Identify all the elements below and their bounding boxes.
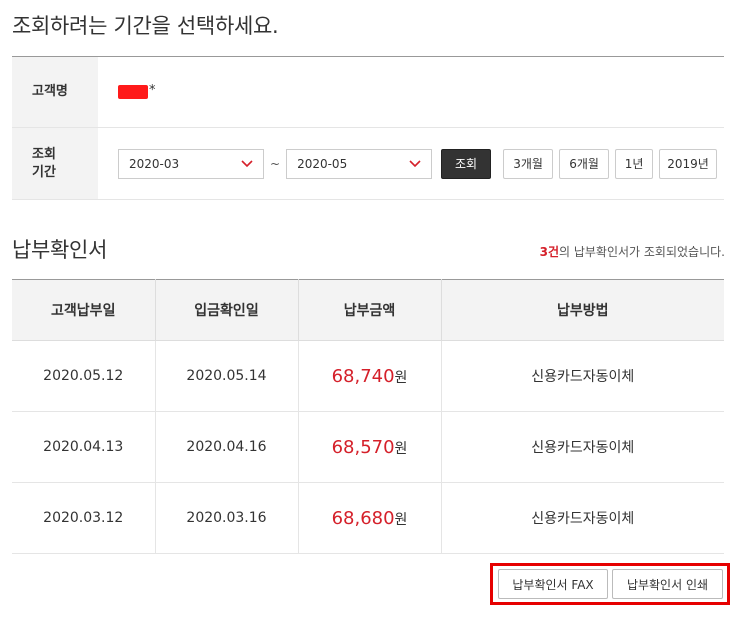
table-row: 2020.04.13 2020.04.16 68,570원 신용카드자동이체 — [12, 411, 724, 483]
period-label: 조회기간 — [12, 128, 98, 199]
quick-6-months-button[interactable]: 6개월 — [559, 148, 610, 179]
pay-date-cell: 2020.03.12 — [12, 482, 156, 554]
payment-table: 고객납부일 입금확인일 납부금액 납부방법 2020.05.12 2020.05… — [12, 279, 724, 554]
method-cell: 신용카드자동이체 — [441, 482, 724, 554]
search-button[interactable]: 조회 — [441, 148, 492, 179]
currency-unit: 원 — [394, 369, 408, 386]
range-separator: ~ — [270, 156, 281, 171]
amount-value: 68,680 — [331, 507, 395, 529]
chevron-down-icon — [409, 159, 421, 167]
method-cell: 신용카드자동이체 — [441, 340, 724, 412]
search-form: 고객명 * 조회기간 2020-03 ~ 2020-05 조회 3개월 6개월 — [12, 56, 724, 200]
amount-value: 68,570 — [331, 436, 395, 458]
pay-date-cell: 2020.05.12 — [12, 340, 156, 412]
confirm-date-cell: 2020.03.16 — [155, 482, 299, 554]
quick-3-months-button[interactable]: 3개월 — [503, 148, 554, 179]
header-method: 납부방법 — [441, 279, 724, 341]
period-row: 조회기간 2020-03 ~ 2020-05 조회 3개월 6개월 1년 201… — [12, 128, 724, 199]
masked-customer-name: * — [118, 82, 156, 99]
result-message: 3건의 납부확인서가 조회되었습니다. — [540, 243, 725, 260]
mask-suffix: * — [149, 82, 156, 98]
period-label-line1: 조회 — [32, 146, 56, 162]
print-button[interactable]: 납부확인서 인쇄 — [612, 569, 723, 599]
fax-button[interactable]: 납부확인서 FAX — [498, 569, 608, 599]
currency-unit: 원 — [394, 511, 408, 528]
amount-cell: 68,570원 — [298, 411, 442, 483]
quick-2019-button[interactable]: 2019년 — [659, 148, 718, 179]
header-amount: 납부금액 — [298, 279, 442, 341]
section-title: 납부확인서 — [12, 238, 108, 262]
customer-label: 고객명 — [12, 57, 98, 127]
amount-value: 68,740 — [331, 365, 395, 387]
result-text: 의 납부확인서가 조회되었습니다. — [558, 245, 725, 259]
customer-value: * — [98, 57, 724, 127]
header-confirm-date: 입금확인일 — [155, 279, 299, 341]
action-buttons-highlight: 납부확인서 FAX 납부확인서 인쇄 — [490, 563, 730, 605]
end-month-select[interactable]: 2020-05 — [286, 148, 433, 179]
method-cell: 신용카드자동이체 — [441, 411, 724, 483]
start-month-select[interactable]: 2020-03 — [118, 148, 264, 179]
currency-unit: 원 — [394, 440, 408, 457]
confirm-date-cell: 2020.05.14 — [155, 340, 299, 412]
chevron-down-icon — [241, 159, 253, 167]
confirm-date-cell: 2020.04.16 — [155, 411, 299, 483]
customer-row: 고객명 * — [12, 57, 724, 128]
table-header-row: 고객납부일 입금확인일 납부금액 납부방법 — [12, 279, 724, 341]
amount-cell: 68,740원 — [298, 340, 442, 412]
result-count: 3건 — [539, 245, 559, 259]
period-label-line2: 기간 — [32, 164, 56, 180]
pay-date-cell: 2020.04.13 — [12, 411, 156, 483]
end-month-value: 2020-05 — [297, 156, 348, 171]
amount-cell: 68,680원 — [298, 482, 442, 554]
table-row: 2020.05.12 2020.05.14 68,740원 신용카드자동이체 — [12, 340, 724, 412]
quick-1-year-button[interactable]: 1년 — [615, 148, 654, 179]
start-month-value: 2020-03 — [129, 156, 180, 171]
page-heading: 조회하려는 기간을 선택하세요. — [12, 14, 279, 38]
redaction-mark — [118, 85, 148, 99]
header-pay-date: 고객납부일 — [12, 279, 156, 341]
period-controls: 2020-03 ~ 2020-05 조회 3개월 6개월 1년 2019년 — [98, 128, 724, 199]
table-row: 2020.03.12 2020.03.16 68,680원 신용카드자동이체 — [12, 482, 724, 554]
